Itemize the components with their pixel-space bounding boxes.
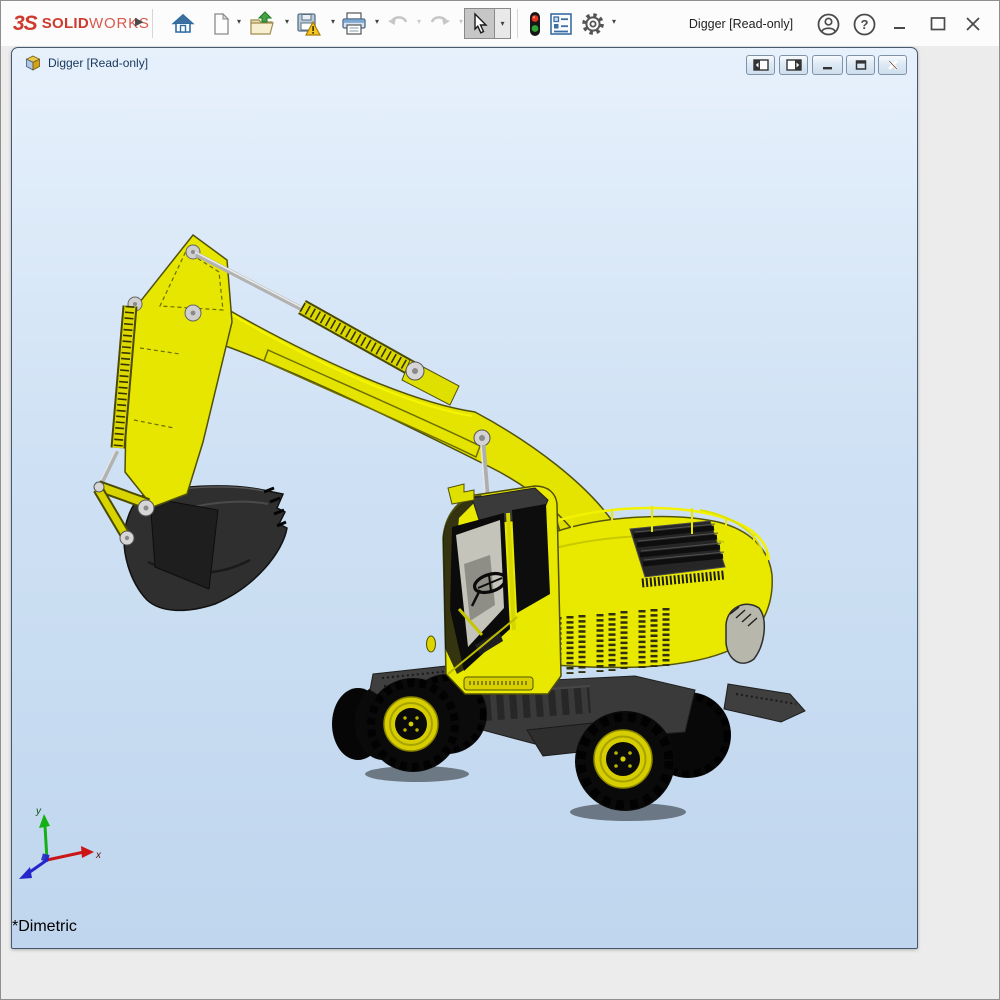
home-icon — [171, 12, 195, 36]
print-icon — [340, 11, 368, 37]
svg-text:?: ? — [860, 17, 868, 32]
save-icon — [295, 11, 321, 37]
save-button[interactable] — [294, 9, 322, 38]
graphics-viewport[interactable]: x y *Dimetric — [12, 48, 917, 936]
open-button[interactable] — [248, 9, 276, 38]
doc-close-button[interactable] — [878, 55, 907, 75]
print-button[interactable] — [340, 9, 368, 38]
open-icon — [248, 11, 276, 37]
collapse-right-pane-icon — [786, 59, 802, 71]
part-document-icon — [25, 55, 41, 71]
toolbar-separator — [517, 9, 518, 38]
doc-minimize-icon — [821, 59, 835, 71]
doc-collapse-left-pane-button[interactable] — [746, 55, 775, 75]
main-toolbar: 3S SOLID WORKS ▶ ▾ — [1, 1, 999, 46]
select-tool-dropdown[interactable]: ▾ — [495, 8, 511, 39]
new-document-dropdown-caret[interactable]: ▾ — [234, 17, 244, 26]
view-orientation-label: *Dimetric — [12, 918, 917, 936]
doc-minimize-button[interactable] — [812, 55, 843, 75]
doc-restore-icon — [854, 59, 868, 71]
evaluate-report-button[interactable] — [547, 9, 575, 38]
gear-icon — [580, 11, 606, 37]
minimize-icon — [888, 12, 912, 36]
undo-icon — [385, 12, 411, 36]
excavator-model: x y — [12, 48, 905, 913]
solidworks-logo: 3S SOLID WORKS — [13, 1, 150, 46]
account-icon — [816, 12, 841, 37]
undo-button[interactable] — [384, 9, 412, 38]
toolbar-separator — [152, 9, 153, 38]
options-button[interactable] — [579, 9, 607, 38]
new-document-icon — [210, 12, 232, 36]
list-squares-icon — [548, 11, 574, 37]
app-maximize-button[interactable] — [925, 11, 951, 37]
redo-button[interactable] — [426, 9, 454, 38]
new-document-button[interactable] — [207, 9, 235, 38]
app-close-button[interactable] — [960, 11, 986, 37]
doc-restore-button[interactable] — [846, 55, 875, 75]
document-window: Digger [Read-only] — [11, 47, 918, 949]
reference-triad-icon: x y — [19, 806, 102, 879]
doc-collapse-right-pane-button[interactable] — [779, 55, 808, 75]
home-button[interactable] — [169, 9, 197, 38]
doc-close-icon — [886, 59, 900, 71]
options-dropdown-caret[interactable]: ▾ — [609, 17, 619, 26]
traffic-light-icon — [527, 11, 543, 37]
close-icon — [961, 12, 985, 36]
document-title: Digger [Read-only] — [48, 56, 148, 70]
logo-3ds-mark: 3S — [13, 12, 37, 36]
save-dropdown-caret[interactable]: ▾ — [328, 17, 338, 26]
help-icon: ? — [852, 12, 877, 37]
menu-expand-arrow-icon[interactable]: ▶ — [135, 15, 143, 28]
triad-x-label: x — [95, 850, 102, 861]
select-tool-button[interactable] — [464, 8, 495, 39]
triad-y-label: y — [35, 806, 42, 817]
maximize-icon — [926, 12, 950, 36]
app-minimize-button[interactable] — [887, 11, 913, 37]
help-button[interactable]: ? — [851, 11, 877, 37]
solidworks-app-window: 3S SOLID WORKS ▶ ▾ — [0, 0, 1000, 1000]
redo-icon — [427, 12, 453, 36]
select-cursor-icon — [469, 12, 491, 36]
print-dropdown-caret[interactable]: ▾ — [372, 17, 382, 26]
undo-dropdown-caret: ▾ — [414, 17, 424, 26]
open-dropdown-caret[interactable]: ▾ — [282, 17, 292, 26]
account-button[interactable] — [815, 11, 841, 37]
collapse-left-pane-icon — [753, 59, 769, 71]
logo-solid-text: SOLID — [42, 15, 89, 32]
performance-evaluation-button[interactable] — [521, 9, 549, 38]
